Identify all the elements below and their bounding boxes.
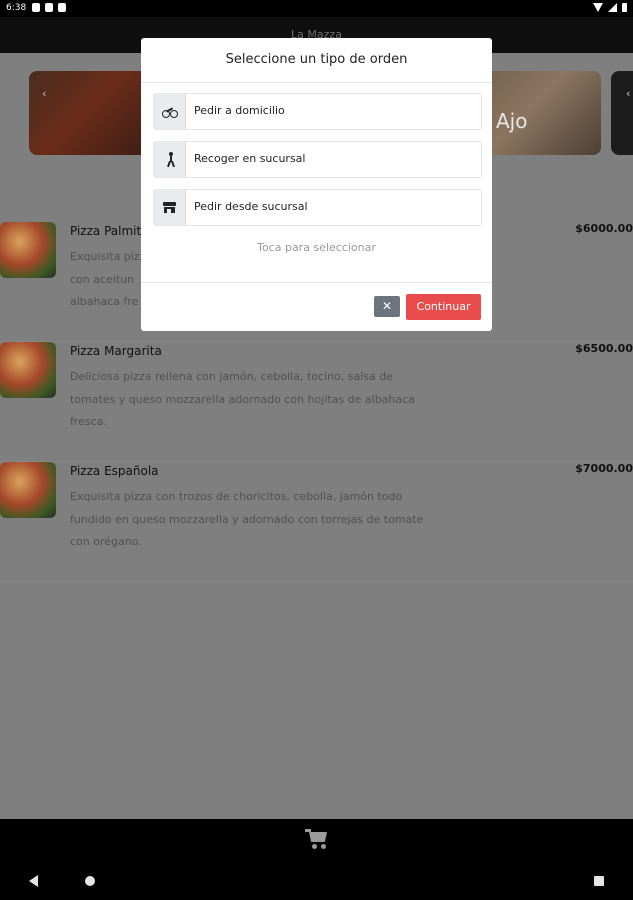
pizza-image — [0, 222, 56, 278]
signal-icon — [608, 3, 617, 12]
battery-icon — [622, 3, 627, 12]
menu-item-name: Pizza Española — [70, 464, 159, 478]
option-label: Recoger en sucursal — [194, 152, 306, 165]
dialog-title: Seleccione un tipo de orden — [225, 52, 408, 67]
walking-icon — [154, 142, 186, 177]
menu-item-price: $7000.00 — [575, 462, 633, 475]
notification-icon — [45, 3, 53, 12]
continue-button[interactable]: Continuar — [406, 294, 481, 320]
select-hint: Toca para seleccionar — [257, 241, 376, 254]
carousel-slide-caption: Ajo — [496, 109, 528, 133]
store-icon — [154, 190, 186, 225]
menu-item-name: Pizza Margarita — [70, 344, 162, 358]
status-time: 6:38 — [6, 3, 27, 13]
system-icons — [593, 3, 627, 12]
carousel-next-icon[interactable]: ‹ — [626, 87, 630, 100]
menu-item[interactable]: Pizza Margarita Deliciosa pizza rellena … — [0, 342, 633, 462]
option-pickup[interactable]: Recoger en sucursal — [153, 141, 482, 178]
status-bar: 6:38 — [0, 0, 633, 17]
pizza-image — [0, 342, 56, 398]
close-button[interactable]: ✕ — [374, 296, 400, 317]
divider — [0, 581, 633, 582]
carousel-prev-icon[interactable]: ‹ — [42, 87, 46, 100]
nav-recents-icon[interactable] — [594, 876, 604, 886]
dialog-footer-divider — [141, 282, 492, 283]
nav-home-icon[interactable] — [85, 876, 95, 886]
bottom-bar — [0, 819, 633, 900]
menu-item-description: Exquisita pizza con trozos de choricitos… — [70, 490, 424, 548]
menu-item-description: Deliciosa pizza rellena con jamón, cebol… — [70, 370, 415, 428]
menu-item-price: $6500.00 — [575, 342, 633, 355]
menu-item-name: Pizza Palmito — [70, 224, 149, 238]
menu-item[interactable]: Pizza Española Exquisita pizza con trozo… — [0, 462, 633, 582]
option-in-store[interactable]: Pedir desde sucursal — [153, 189, 482, 226]
wifi-icon — [593, 3, 603, 12]
order-type-dialog: Seleccione un tipo de orden Pedir a domi… — [141, 38, 492, 331]
option-delivery[interactable]: Pedir a domicilio — [153, 93, 482, 130]
menu-item-price: $6000.00 — [575, 222, 633, 235]
option-label: Pedir desde sucursal — [194, 200, 308, 213]
carousel-slide-next[interactable]: ‹ — [611, 71, 633, 155]
dialog-header: Seleccione un tipo de orden — [141, 38, 492, 83]
bicycle-icon — [154, 94, 186, 129]
pizza-image — [0, 462, 56, 518]
option-label: Pedir a domicilio — [194, 104, 285, 117]
cart-icon[interactable] — [305, 827, 329, 849]
nav-back-icon[interactable] — [29, 875, 38, 887]
notification-icon — [32, 3, 40, 12]
notification-icon — [58, 3, 66, 12]
notification-icons — [32, 3, 66, 12]
